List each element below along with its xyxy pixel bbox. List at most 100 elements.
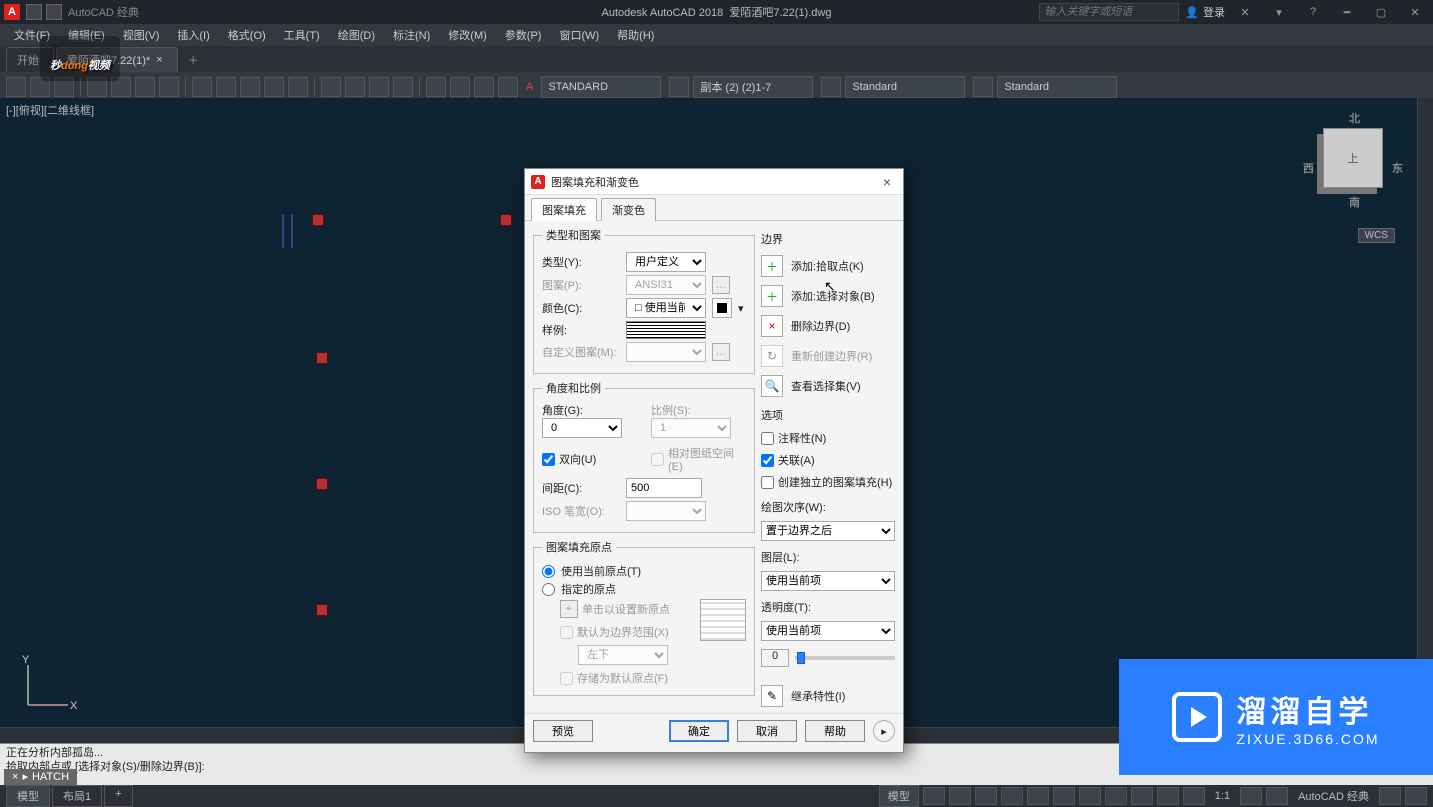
status-btn[interactable] — [1079, 787, 1101, 805]
dialog-close-button[interactable]: × — [877, 174, 897, 190]
compass-south[interactable]: 南 — [1349, 194, 1360, 210]
grip-handle[interactable] — [500, 214, 512, 226]
tool-btn[interactable] — [393, 77, 413, 97]
status-btn[interactable] — [949, 787, 971, 805]
exchange-icon[interactable]: ✕ — [1231, 2, 1259, 22]
menu-insert[interactable]: 插入(I) — [169, 25, 217, 45]
tool-btn[interactable] — [240, 77, 260, 97]
menu-dim[interactable]: 标注(N) — [385, 25, 438, 45]
tool-btn[interactable] — [450, 77, 470, 97]
text-style-combo[interactable]: STANDARD — [541, 76, 661, 98]
preview-button[interactable]: 预览 — [533, 720, 593, 742]
tool-btn[interactable] — [821, 77, 841, 97]
help-search-input[interactable] — [1039, 3, 1179, 21]
status-btn[interactable] — [1405, 787, 1427, 805]
layout-tab-1[interactable]: 布局1 — [52, 785, 102, 807]
menu-format[interactable]: 格式(O) — [220, 25, 274, 45]
compass-east[interactable]: 东 — [1392, 160, 1403, 176]
tab-hatch[interactable]: 图案填充 — [531, 198, 597, 221]
status-btn[interactable] — [1266, 787, 1288, 805]
status-btn[interactable] — [1027, 787, 1049, 805]
tool-btn[interactable] — [669, 77, 689, 97]
qat-btn[interactable] — [26, 4, 42, 20]
app-menu-icon[interactable]: ▾ — [1265, 2, 1293, 22]
qat-btn[interactable] — [46, 4, 62, 20]
menu-modify[interactable]: 修改(M) — [440, 25, 495, 45]
tool-btn[interactable] — [369, 77, 389, 97]
cancel-button[interactable]: 取消 — [737, 720, 797, 742]
command-tag-close-icon[interactable]: × — [12, 770, 18, 784]
color-swatch-button[interactable] — [712, 298, 732, 318]
menu-param[interactable]: 参数(P) — [497, 25, 550, 45]
tab-close-icon[interactable]: × — [156, 54, 162, 66]
tool-btn[interactable] — [474, 77, 494, 97]
double-checkbox[interactable] — [542, 453, 555, 466]
menu-tools[interactable]: 工具(T) — [276, 25, 328, 45]
mleader-style-combo[interactable]: Standard — [997, 76, 1117, 98]
inherit-button[interactable]: ✎ — [761, 685, 783, 707]
viewcube[interactable]: 北 南 西 东 上 — [1303, 108, 1403, 238]
tool-btn[interactable] — [264, 77, 284, 97]
compass-north[interactable]: 北 — [1349, 110, 1360, 126]
menu-window[interactable]: 窗口(W) — [551, 25, 607, 45]
tool-btn[interactable] — [135, 77, 155, 97]
tool-btn[interactable] — [498, 77, 518, 97]
menu-draw[interactable]: 绘图(D) — [330, 25, 383, 45]
draw-order-combo[interactable]: 置于边界之后 — [761, 521, 895, 541]
layout-tab-plus[interactable]: + — [104, 785, 132, 807]
table-style-combo[interactable]: Standard — [845, 76, 965, 98]
tool-btn[interactable] — [159, 77, 179, 97]
color-combo[interactable]: □ 使用当前项 — [626, 298, 706, 318]
compass-west[interactable]: 西 — [1303, 160, 1314, 176]
pattern-preview[interactable] — [626, 321, 706, 339]
tool-btn[interactable] — [192, 77, 212, 97]
view-selection-button[interactable]: 🔍 — [761, 375, 783, 397]
associative-checkbox[interactable] — [761, 454, 774, 467]
status-btn[interactable] — [1053, 787, 1075, 805]
tab-gradient[interactable]: 渐变色 — [601, 198, 656, 221]
remove-boundary-button[interactable]: × — [761, 315, 783, 337]
tool-btn[interactable] — [216, 77, 236, 97]
tool-btn[interactable] — [321, 77, 341, 97]
chevron-down-icon[interactable]: ▾ — [738, 302, 744, 315]
status-btn[interactable] — [1240, 787, 1262, 805]
tool-btn[interactable] — [426, 77, 446, 97]
close-button[interactable]: ✕ — [1401, 2, 1429, 22]
status-btn[interactable] — [923, 787, 945, 805]
tab-new-button[interactable]: ＋ — [180, 48, 207, 72]
origin-spec-radio[interactable] — [542, 583, 555, 596]
expand-dialog-button[interactable]: ▸ — [873, 720, 895, 742]
viewcube-face[interactable]: 上 — [1323, 128, 1383, 188]
status-btn[interactable] — [1001, 787, 1023, 805]
ok-button[interactable]: 确定 — [669, 720, 729, 742]
login-button[interactable]: 👤 登录 — [1185, 4, 1225, 20]
grip-handle[interactable] — [312, 214, 324, 226]
wcs-badge[interactable]: WCS — [1358, 228, 1395, 243]
tool-btn[interactable] — [6, 77, 26, 97]
annotative-checkbox[interactable] — [761, 432, 774, 445]
origin-current-radio[interactable] — [542, 565, 555, 578]
status-model-label[interactable]: 模型 — [879, 785, 919, 807]
quick-access-toolbar[interactable] — [26, 4, 62, 20]
status-scale[interactable]: 1:1 — [1209, 790, 1236, 802]
drawing-canvas[interactable] — [0, 98, 300, 248]
minimize-button[interactable]: ━ — [1333, 2, 1361, 22]
tool-btn[interactable] — [345, 77, 365, 97]
grip-handle[interactable] — [316, 478, 328, 490]
status-btn[interactable] — [1131, 787, 1153, 805]
layout-tab-model[interactable]: 模型 — [6, 785, 50, 807]
vertical-scrollbar[interactable] — [1417, 98, 1433, 743]
maximize-button[interactable]: ▢ — [1367, 2, 1395, 22]
transp-slider[interactable] — [795, 656, 895, 660]
help-icon[interactable]: ? — [1299, 2, 1327, 22]
status-btn[interactable] — [1105, 787, 1127, 805]
tool-btn[interactable] — [973, 77, 993, 97]
status-btn[interactable] — [1157, 787, 1179, 805]
angle-combo[interactable]: 0 — [542, 418, 622, 438]
spacing-input[interactable] — [626, 478, 702, 498]
transp-combo[interactable]: 使用当前项 — [761, 621, 895, 641]
layer-combo-dlg[interactable]: 使用当前项 — [761, 571, 895, 591]
status-btn[interactable] — [1183, 787, 1205, 805]
status-btn[interactable] — [1379, 787, 1401, 805]
grip-handle[interactable] — [316, 352, 328, 364]
